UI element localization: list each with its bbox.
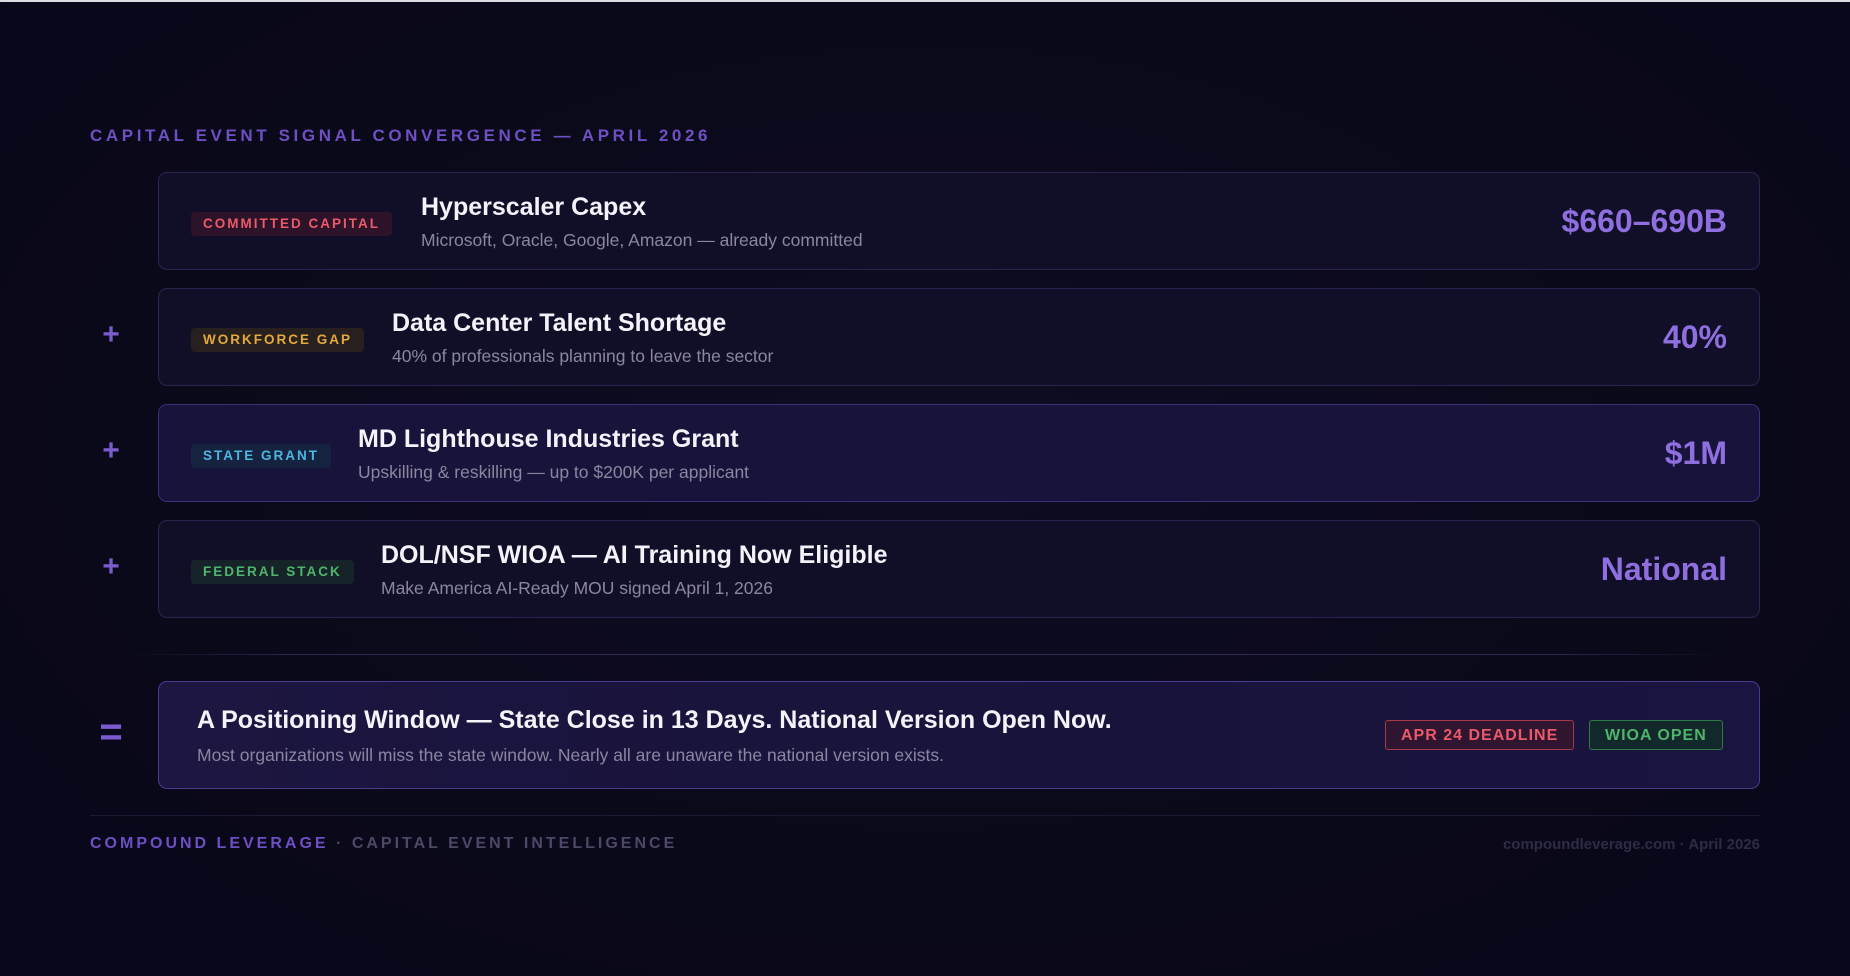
section-eyebrow: CAPITAL EVENT SIGNAL CONVERGENCE — APRIL… [90, 126, 712, 145]
signal-subtitle: Upskilling & reskilling — up to $200K pe… [358, 462, 750, 482]
footer-site-date: compoundleverage.com · April 2026 [1502, 836, 1760, 853]
plus-operator: + [102, 550, 120, 583]
plus-operator: + [102, 434, 120, 467]
section-divider [120, 654, 1730, 655]
deadline-badge: APR 24 DEADLINE [1385, 720, 1575, 750]
signal-value: $660–690B [1561, 203, 1727, 239]
signal-title: Data Center Talent Shortage [392, 309, 727, 337]
signal-row-lighthouse-grant: STATE GRANT MD Lighthouse Industries Gra… [158, 404, 1760, 502]
slide-page: CAPITAL EVENT SIGNAL CONVERGENCE — APRIL… [0, 0, 1850, 976]
tag-committed-capital: COMMITTED CAPITAL [191, 212, 392, 236]
signal-subtitle: 40% of professionals planning to leave t… [392, 346, 774, 366]
footer-separator: · [336, 835, 345, 852]
top-border [0, 0, 1850, 2]
signal-title: MD Lighthouse Industries Grant [358, 425, 739, 453]
signal-value: National [1600, 551, 1727, 587]
tag-state-grant: STATE GRANT [191, 444, 331, 468]
wioa-open-badge: WIOA OPEN [1589, 720, 1723, 750]
summary-subtitle: Most organizations will miss the state w… [197, 745, 945, 765]
tag-workforce-gap: WORKFORCE GAP [191, 328, 364, 352]
signal-value: 40% [1662, 319, 1727, 355]
footer-brand-line: COMPOUND LEVERAGE · CAPITAL EVENT INTELL… [90, 835, 677, 853]
signal-title: Hyperscaler Capex [421, 193, 647, 221]
footer-divider [90, 815, 1760, 816]
signal-subtitle: Make America AI-Ready MOU signed April 1… [381, 578, 773, 598]
plus-operator: + [102, 318, 120, 351]
brand-name: COMPOUND LEVERAGE [90, 835, 329, 852]
equals-operator: = [99, 710, 123, 754]
signal-row-wioa: FEDERAL STACK DOL/NSF WIOA — AI Training… [158, 520, 1760, 618]
signal-row-hyperscaler-capex: COMMITTED CAPITAL Hyperscaler Capex Micr… [158, 172, 1760, 270]
tag-federal-stack: FEDERAL STACK [191, 560, 354, 584]
signal-title: DOL/NSF WIOA — AI Training Now Eligible [381, 541, 888, 569]
signal-row-talent-shortage: WORKFORCE GAP Data Center Talent Shortag… [158, 288, 1760, 386]
summary-title: A Positioning Window — State Close in 13… [197, 706, 1112, 734]
brand-tagline: CAPITAL EVENT INTELLIGENCE [351, 835, 678, 852]
summary-card: A Positioning Window — State Close in 13… [158, 681, 1760, 789]
signal-value: $1M [1664, 435, 1727, 471]
signal-subtitle: Microsoft, Oracle, Google, Amazon — alre… [421, 230, 863, 250]
